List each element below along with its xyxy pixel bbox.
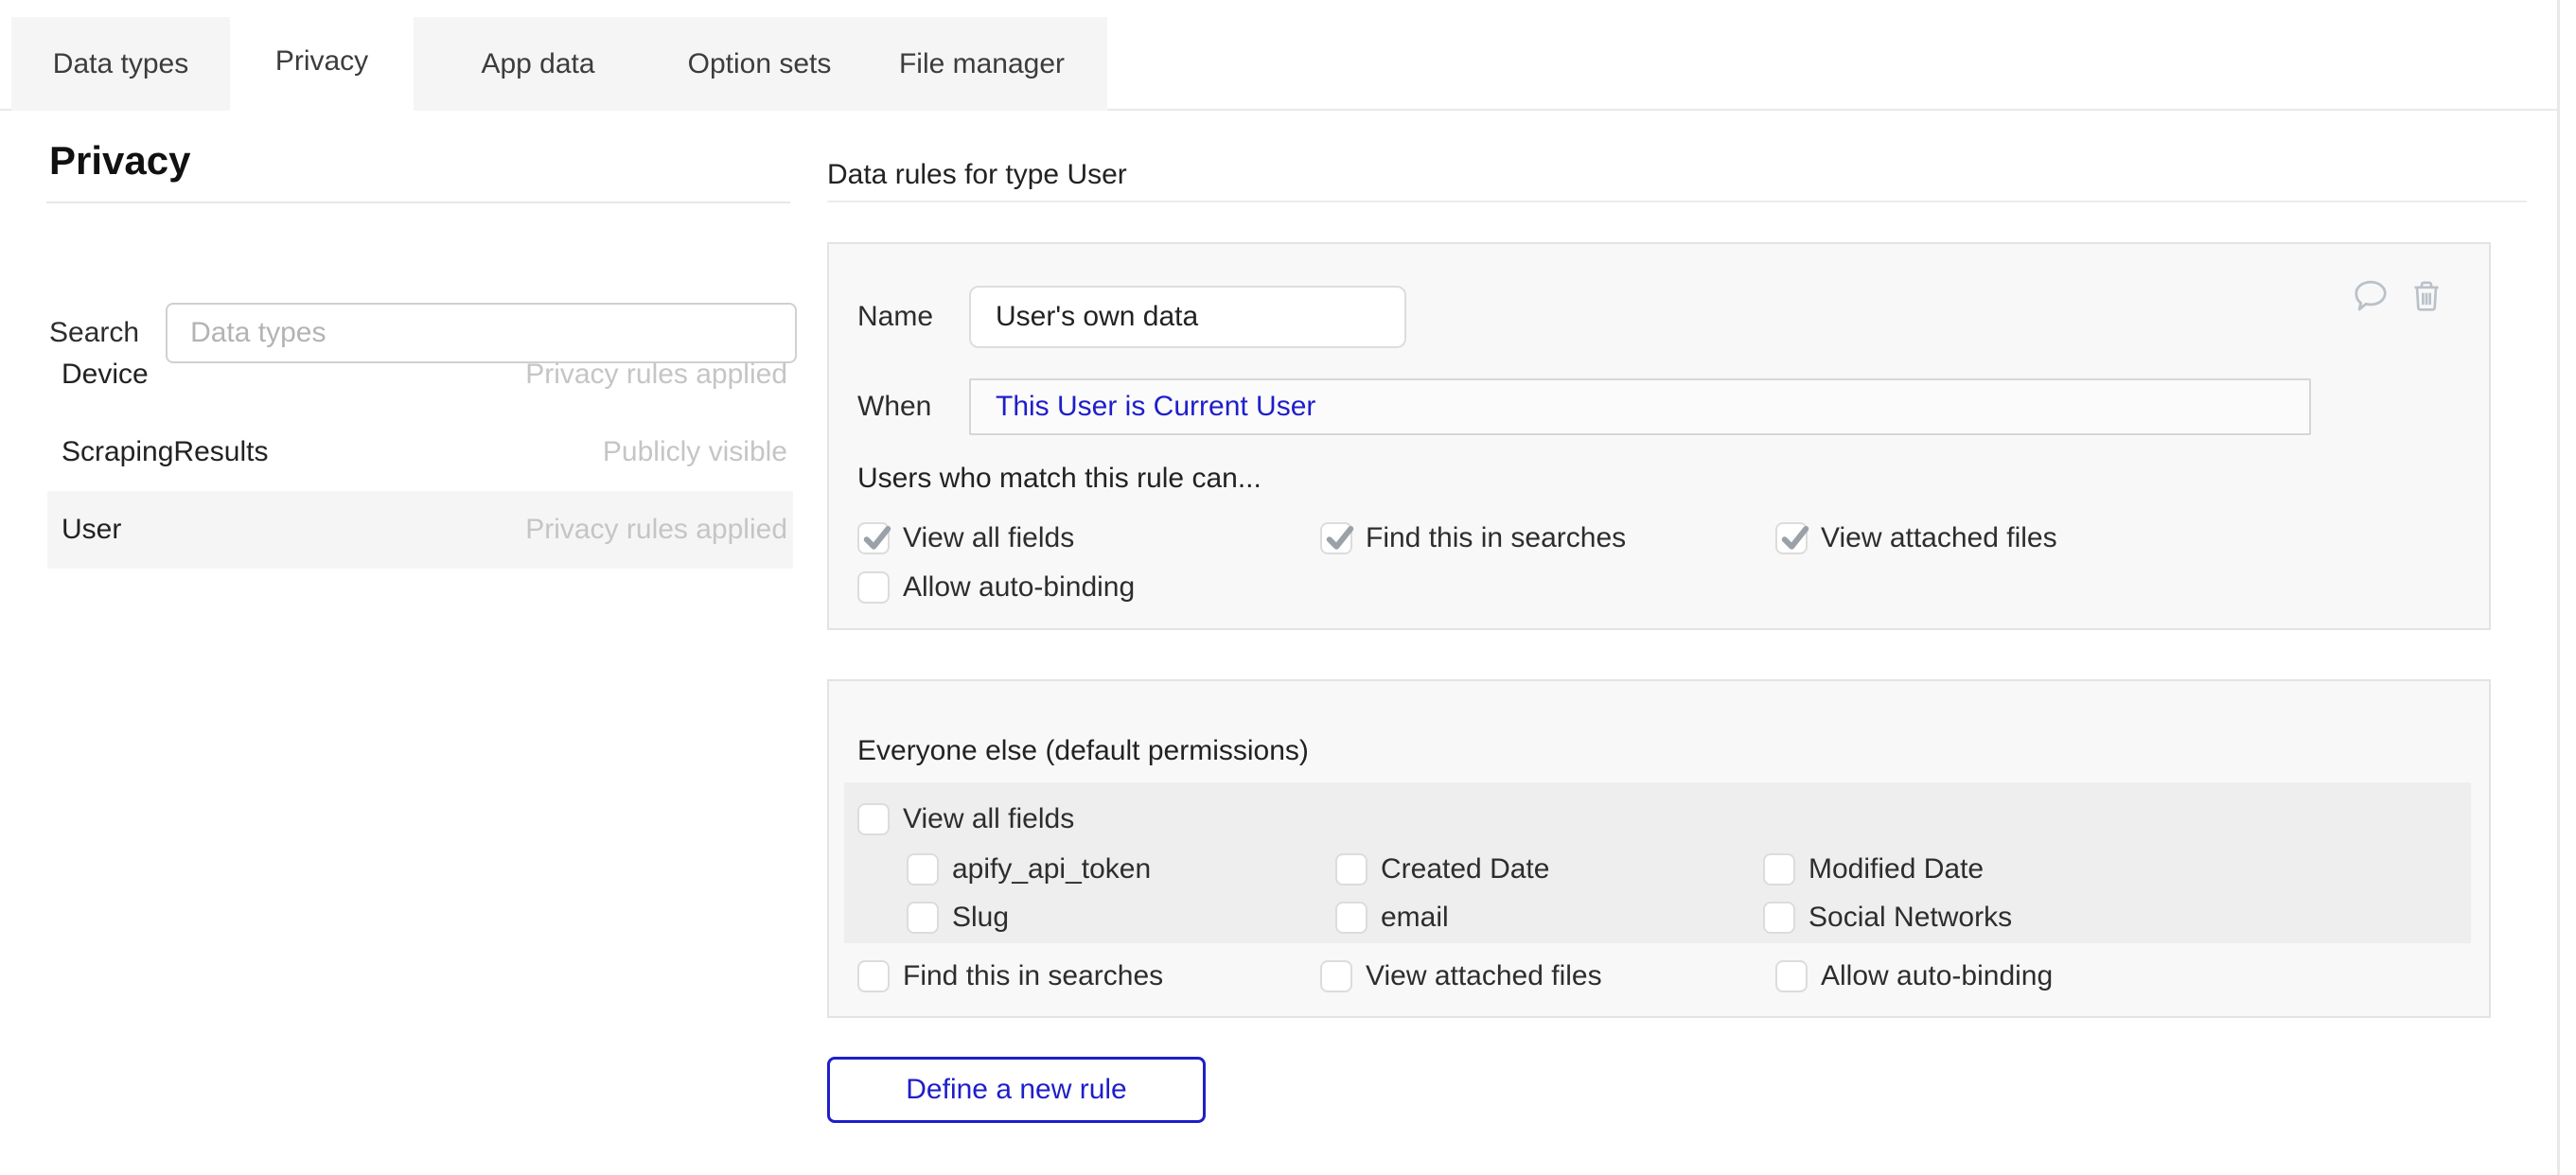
field-email[interactable]: email <box>1335 902 1763 934</box>
data-rules-heading: Data rules for type User <box>827 159 1127 191</box>
list-item-scrapingresults[interactable]: ScrapingResults Publicly visible <box>47 413 793 491</box>
tab-data-types[interactable]: Data types <box>11 17 230 111</box>
sidebar-divider <box>46 202 790 203</box>
rule-when-row: When This User is Current User <box>857 378 2311 435</box>
tab-label: Option sets <box>688 48 832 80</box>
data-tabbar: Data types Privacy App data Option sets … <box>11 17 1107 111</box>
tab-label: Privacy <box>275 45 368 78</box>
type-status: Privacy rules applied <box>525 359 787 391</box>
tab-label: App data <box>481 48 594 80</box>
type-status: Privacy rules applied <box>525 514 787 546</box>
field-slug[interactable]: Slug <box>907 902 1335 934</box>
checkbox[interactable] <box>857 803 890 835</box>
field-created-date[interactable]: Created Date <box>1335 853 1763 886</box>
checkbox[interactable] <box>1763 902 1795 934</box>
tab-app-data[interactable]: App data <box>414 17 662 111</box>
name-label: Name <box>857 301 969 333</box>
everyone-else-card: Everyone else (default permissions) View… <box>827 679 2491 1018</box>
panel-right-border <box>2557 0 2560 1175</box>
rule-can-intro: Users who match this rule can... <box>857 463 1262 495</box>
perm-view-attached-files-default[interactable]: View attached files <box>1320 960 1775 992</box>
type-name: Device <box>62 359 149 391</box>
list-item-device[interactable]: Device Privacy rules applied <box>47 336 793 413</box>
field-label: Created Date <box>1381 853 1549 886</box>
tab-label: File manager <box>899 48 1065 80</box>
perm-allow-auto-binding-default[interactable]: Allow auto-binding <box>1775 960 2053 992</box>
rule-permissions: View all fields Find this in searches Vi… <box>857 522 2057 604</box>
perm-find-in-searches-default[interactable]: Find this in searches <box>857 960 1320 992</box>
perm-view-attached-files[interactable]: View attached files <box>1775 522 2057 554</box>
check-icon <box>860 520 894 554</box>
checkbox[interactable] <box>907 902 939 934</box>
field-label: Modified Date <box>1808 853 1984 886</box>
checkbox[interactable] <box>1763 853 1795 886</box>
perm-label: View all fields <box>903 522 1074 554</box>
rule-name-row: Name <box>857 286 1406 348</box>
trash-icon[interactable] <box>2408 276 2445 316</box>
field-label: Slug <box>952 902 1009 934</box>
privacy-settings-page: Data types Privacy App data Option sets … <box>0 0 2576 1175</box>
when-label: When <box>857 391 969 423</box>
tab-file-manager[interactable]: File manager <box>856 17 1107 111</box>
perm-find-in-searches[interactable]: Find this in searches <box>1320 522 1775 554</box>
checkbox[interactable] <box>1320 960 1352 992</box>
perm-allow-auto-binding[interactable]: Allow auto-binding <box>857 571 1320 604</box>
perm-view-all-fields-default[interactable]: View all fields <box>857 803 1074 835</box>
check-icon <box>1778 520 1812 554</box>
perm-label: View attached files <box>1821 522 2057 554</box>
perm-label: Find this in searches <box>1366 522 1626 554</box>
checkbox[interactable] <box>857 960 890 992</box>
perm-label: Allow auto-binding <box>1821 960 2053 992</box>
everyone-else-title: Everyone else (default permissions) <box>857 735 1309 767</box>
type-name: User <box>62 514 121 546</box>
field-label: email <box>1381 902 1449 934</box>
field-checkbox-grid: apify_api_token Created Date Modified Da… <box>907 853 2012 934</box>
when-condition-box[interactable]: This User is Current User <box>969 378 2311 435</box>
field-apify-api-token[interactable]: apify_api_token <box>907 853 1335 886</box>
check-icon <box>1323 520 1357 554</box>
main-divider <box>827 201 2527 202</box>
checkbox[interactable] <box>1775 960 1808 992</box>
field-social-networks[interactable]: Social Networks <box>1763 902 2012 934</box>
rule-name-input[interactable] <box>969 286 1406 348</box>
page-title: Privacy <box>49 138 190 184</box>
checkbox[interactable] <box>1335 853 1367 886</box>
perm-label: View attached files <box>1366 960 1602 992</box>
perm-view-all-fields[interactable]: View all fields <box>857 522 1320 554</box>
field-label: apify_api_token <box>952 853 1151 886</box>
when-condition-text[interactable]: This User is Current User <box>996 391 1315 423</box>
perm-label: Allow auto-binding <box>903 571 1135 604</box>
field-modified-date[interactable]: Modified Date <box>1763 853 2012 886</box>
field-label: Social Networks <box>1808 902 2012 934</box>
tab-privacy[interactable]: Privacy <box>230 9 414 113</box>
type-status: Publicly visible <box>603 436 787 468</box>
tab-option-sets[interactable]: Option sets <box>662 17 856 111</box>
perm-label: Find this in searches <box>903 960 1163 992</box>
checkbox[interactable] <box>857 522 890 554</box>
checkbox[interactable] <box>907 853 939 886</box>
checkbox[interactable] <box>857 571 890 604</box>
default-permissions-row: Find this in searches View attached file… <box>857 960 2053 992</box>
list-item-user[interactable]: User Privacy rules applied <box>47 491 793 569</box>
privacy-rule-card: Name When This User is Current User User… <box>827 242 2491 630</box>
checkbox[interactable] <box>1335 902 1367 934</box>
data-type-list: Device Privacy rules applied ScrapingRes… <box>47 336 793 569</box>
rule-card-actions <box>2351 276 2445 316</box>
comment-icon[interactable] <box>2351 276 2391 316</box>
checkbox[interactable] <box>1775 522 1808 554</box>
fields-permission-band: View all fields apify_api_token Created … <box>844 782 2471 943</box>
type-name: ScrapingResults <box>62 436 268 468</box>
checkbox[interactable] <box>1320 522 1352 554</box>
define-new-rule-button[interactable]: Define a new rule <box>827 1057 1206 1123</box>
perm-label: View all fields <box>903 803 1074 835</box>
tab-label: Data types <box>53 48 188 80</box>
